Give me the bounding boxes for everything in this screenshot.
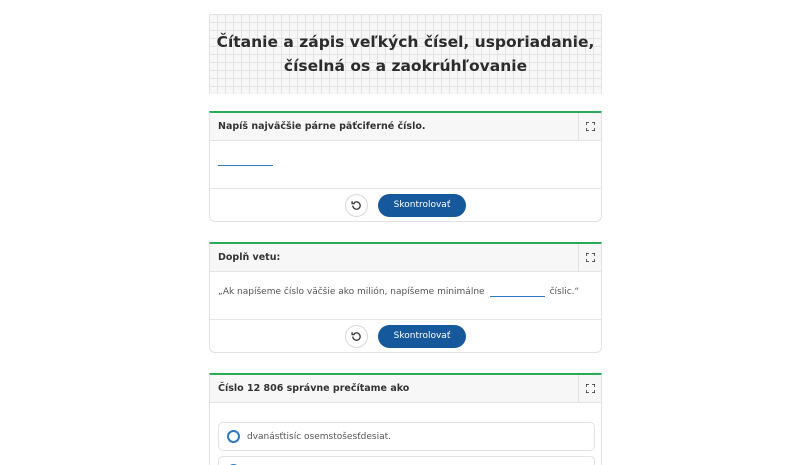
exercise-prompt: Doplň vetu:	[218, 252, 281, 263]
answer-option[interactable]: dvanásťtisíc osemstošesťdesiat.	[218, 422, 595, 451]
blank-input[interactable]	[489, 285, 545, 297]
reset-button[interactable]	[345, 324, 368, 348]
exercise-header: Doplň vetu:	[210, 244, 601, 272]
exercise-header: Číslo 12 806 správne prečítame ako	[210, 375, 601, 403]
page-title: Čítanie a zápis veľkých čísel, usporiada…	[216, 33, 595, 75]
exercise-card-2: Doplň vetu: „Ak napíšeme číslo väčšie ak…	[209, 242, 602, 353]
exercise-card-3: Číslo 12 806 správne prečítame ako dvaná…	[209, 373, 602, 465]
exercise-footer: Skontrolovať	[210, 189, 601, 221]
exercise-prompt: Napíš najväčšie párne päťciferné číslo.	[218, 121, 426, 132]
radio-icon[interactable]	[227, 430, 240, 443]
check-button[interactable]: Skontrolovať	[378, 324, 466, 348]
fill-sentence: „Ak napíšeme číslo väčšie ako milión, na…	[218, 285, 579, 297]
page-header: Čítanie a zápis veľkých čísel, usporiada…	[209, 14, 602, 94]
expand-icon[interactable]	[578, 244, 601, 271]
exercise-card-1: Napíš najväčšie párne päťciferné číslo. …	[209, 111, 602, 222]
reset-icon	[351, 331, 361, 341]
sentence-before: „Ak napíšeme číslo väčšie ako milión, na…	[218, 287, 485, 297]
exercise-body	[210, 141, 601, 189]
option-label: dvanásťtisíc osemstošesťdesiat.	[247, 431, 392, 442]
exercise-body: „Ak napíšeme číslo väčšie ako milión, na…	[210, 272, 601, 320]
expand-icon[interactable]	[578, 375, 601, 402]
exercise-header: Napíš najväčšie párne päťciferné číslo.	[210, 113, 601, 141]
answer-option[interactable]	[218, 456, 595, 465]
reset-icon	[351, 200, 361, 210]
sentence-after: číslic.“	[549, 287, 580, 297]
exercise-footer: Skontrolovať	[210, 320, 601, 352]
exercise-prompt: Číslo 12 806 správne prečítame ako	[218, 383, 410, 394]
check-button[interactable]: Skontrolovať	[378, 193, 466, 217]
expand-icon[interactable]	[578, 113, 601, 140]
answer-input[interactable]	[218, 165, 273, 166]
reset-button[interactable]	[345, 193, 368, 217]
